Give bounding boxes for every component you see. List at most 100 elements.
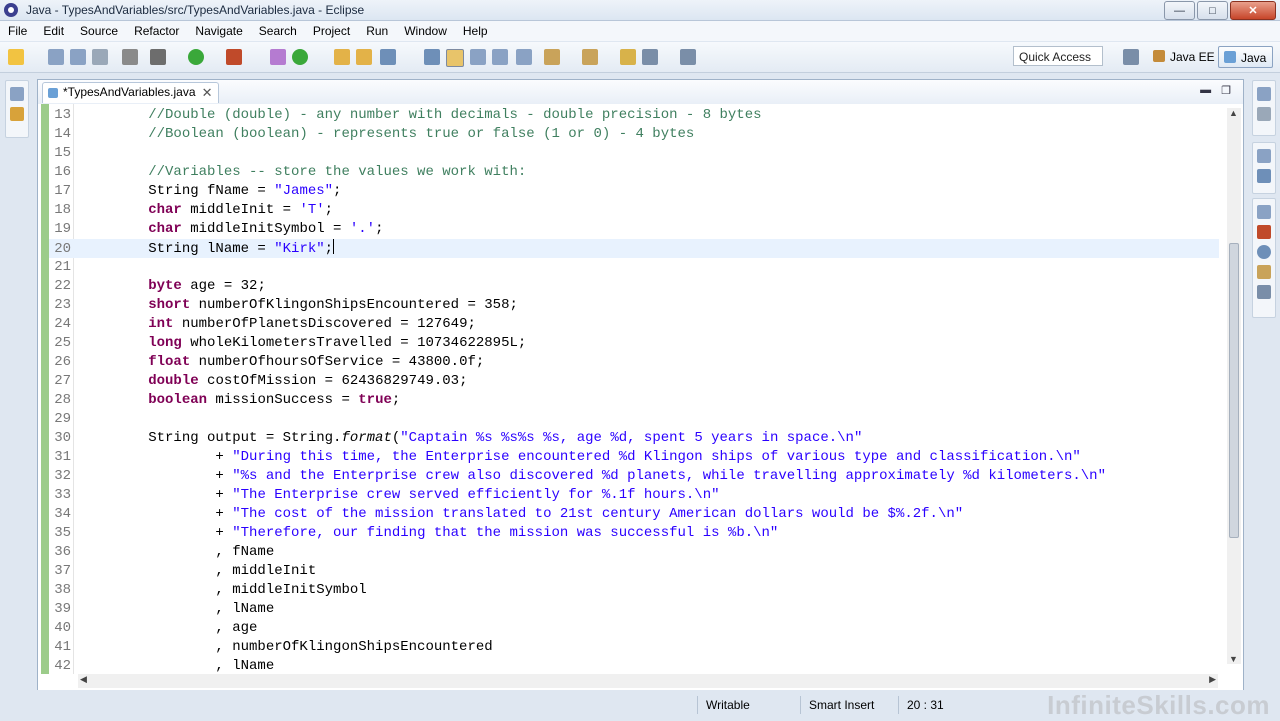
maximize-view-icon[interactable]: ❐ xyxy=(1221,84,1231,97)
perspective-java[interactable]: Java xyxy=(1218,46,1274,68)
code-line[interactable]: 42 , lName xyxy=(49,657,1219,674)
status-cursor-position: 20 : 31 xyxy=(898,696,957,714)
quick-access-input[interactable]: Quick Access xyxy=(1013,46,1103,66)
code-line[interactable]: 23 short numberOfKlingonShipsEncountered… xyxy=(49,296,1219,315)
code-line[interactable]: 40 , age xyxy=(49,619,1219,638)
close-window-button[interactable]: ✕ xyxy=(1230,1,1276,20)
code-line[interactable]: 24 int numberOfPlanetsDiscovered = 12764… xyxy=(49,315,1219,334)
menu-source[interactable]: Source xyxy=(72,21,126,41)
external-tools-icon[interactable] xyxy=(226,49,242,65)
code-line[interactable]: 39 , lName xyxy=(49,600,1219,619)
code-line[interactable]: 37 , middleInit xyxy=(49,562,1219,581)
close-tab-icon[interactable]: ✕ xyxy=(202,83,213,102)
block-selection-icon[interactable] xyxy=(470,49,486,65)
pilcrow-icon[interactable] xyxy=(516,49,532,65)
code-line[interactable]: 35 + "Therefore, our finding that the mi… xyxy=(49,524,1219,543)
minimize-view-icon[interactable]: ▬ xyxy=(1200,84,1211,97)
forward-icon[interactable] xyxy=(680,49,696,65)
toggle-mark-occurrences-icon[interactable] xyxy=(424,49,440,65)
code-line[interactable]: 18 char middleInit = 'T'; xyxy=(49,201,1219,220)
maximize-button[interactable]: □ xyxy=(1197,1,1228,20)
menu-navigate[interactable]: Navigate xyxy=(187,21,250,41)
debug-icon[interactable] xyxy=(150,49,166,65)
restore-icon[interactable] xyxy=(1257,87,1271,101)
code-token: ; xyxy=(375,221,384,237)
code-line[interactable]: 15 xyxy=(49,144,1219,163)
restore-icon[interactable] xyxy=(10,87,24,101)
code-line[interactable]: 30 String output = String.format("Captai… xyxy=(49,429,1219,448)
menu-refactor[interactable]: Refactor xyxy=(126,21,187,41)
code-line[interactable]: 19 char middleInitSymbol = '.'; xyxy=(49,220,1219,239)
code-token: , lName xyxy=(81,658,275,674)
code-line[interactable]: 27 double costOfMission = 62436829749.03… xyxy=(49,372,1219,391)
code-line[interactable]: 32 + "%s and the Enterprise crew also di… xyxy=(49,467,1219,486)
next-annotation-icon[interactable] xyxy=(544,49,560,65)
code-keyword: char xyxy=(148,202,182,218)
tab-typesandvariables[interactable]: *TypesAndVariables.java ✕ xyxy=(42,82,219,103)
code-line[interactable]: 22 byte age = 32; xyxy=(49,277,1219,296)
code-line[interactable]: 16 //Variables -- store the values we wo… xyxy=(49,163,1219,182)
run-icon[interactable] xyxy=(188,49,204,65)
code-editor[interactable]: 13 //Double (double) - any number with d… xyxy=(38,104,1243,674)
code-line[interactable]: 29 xyxy=(49,410,1219,429)
line-number: 25 xyxy=(54,335,71,351)
scroll-right-icon[interactable]: ▶ xyxy=(1209,674,1216,685)
restore-icon[interactable] xyxy=(1257,205,1271,219)
code-line[interactable]: 14 //Boolean (boolean) - represents true… xyxy=(49,125,1219,144)
javadoc-icon[interactable] xyxy=(1257,245,1271,259)
declaration-icon[interactable] xyxy=(1257,265,1271,279)
code-line[interactable]: 34 + "The cost of the mission translated… xyxy=(49,505,1219,524)
save-icon[interactable] xyxy=(48,49,64,65)
package-explorer-icon[interactable] xyxy=(10,107,24,121)
new-java-project-icon[interactable] xyxy=(270,49,286,65)
menu-project[interactable]: Project xyxy=(305,21,358,41)
show-whitespace-icon[interactable] xyxy=(492,49,508,65)
vertical-scrollbar[interactable]: ▲ ▼ xyxy=(1227,108,1241,664)
console-icon[interactable] xyxy=(1257,285,1271,299)
search-icon[interactable] xyxy=(380,49,396,65)
code-line[interactable]: 13 //Double (double) - any number with d… xyxy=(49,106,1219,125)
menu-window[interactable]: Window xyxy=(396,21,455,41)
code-line[interactable]: 38 , middleInitSymbol xyxy=(49,581,1219,600)
scrollbar-thumb[interactable] xyxy=(1229,243,1239,538)
restore-icon[interactable] xyxy=(1257,149,1271,163)
perspective-java-ee[interactable]: Java EE xyxy=(1148,46,1221,68)
scroll-down-icon[interactable]: ▼ xyxy=(1229,654,1238,664)
menu-run[interactable]: Run xyxy=(358,21,396,41)
open-task-icon[interactable] xyxy=(356,49,372,65)
menu-search[interactable]: Search xyxy=(251,21,305,41)
highlight-icon[interactable] xyxy=(446,49,464,67)
menu-file[interactable]: File xyxy=(0,21,35,41)
code-line[interactable]: 26 float numberOfhoursOfService = 43800.… xyxy=(49,353,1219,372)
code-line[interactable]: 28 boolean missionSuccess = true; xyxy=(49,391,1219,410)
code-line[interactable]: 21 xyxy=(49,258,1219,277)
scroll-up-icon[interactable]: ▲ xyxy=(1229,108,1238,118)
line-number: 30 xyxy=(54,430,71,446)
minimize-button[interactable]: — xyxy=(1164,1,1195,20)
code-line[interactable]: 36 , fName xyxy=(49,543,1219,562)
code-line[interactable]: 41 , numberOfKlingonShipsEncountered xyxy=(49,638,1219,657)
horizontal-scrollbar[interactable]: ◀ ▶ xyxy=(78,674,1218,688)
save-all-icon[interactable] xyxy=(70,49,86,65)
back-icon[interactable] xyxy=(642,49,658,65)
new-icon[interactable] xyxy=(8,49,24,65)
code-token: + xyxy=(81,525,233,541)
menu-help[interactable]: Help xyxy=(455,21,496,41)
menu-edit[interactable]: Edit xyxy=(35,21,72,41)
previous-annotation-icon[interactable] xyxy=(582,49,598,65)
toggle-breakpoint-icon[interactable] xyxy=(122,49,138,65)
outline-icon[interactable] xyxy=(1257,169,1271,183)
task-list-icon[interactable] xyxy=(1257,107,1271,121)
problems-icon[interactable] xyxy=(1257,225,1271,239)
code-line[interactable]: 33 + "The Enterprise crew served efficie… xyxy=(49,486,1219,505)
print-icon[interactable] xyxy=(92,49,108,65)
code-line[interactable]: 25 long wholeKilometersTravelled = 10734… xyxy=(49,334,1219,353)
open-type-icon[interactable] xyxy=(334,49,350,65)
new-java-class-icon[interactable] xyxy=(292,49,308,65)
code-line[interactable]: 17 String fName = "James"; xyxy=(49,182,1219,201)
code-line[interactable]: 31 + "During this time, the Enterprise e… xyxy=(49,448,1219,467)
code-line[interactable]: 20 String lName = "Kirk"; xyxy=(49,239,1219,258)
last-edit-icon[interactable] xyxy=(620,49,636,65)
scroll-left-icon[interactable]: ◀ xyxy=(80,674,87,685)
open-perspective-icon[interactable] xyxy=(1123,49,1139,65)
